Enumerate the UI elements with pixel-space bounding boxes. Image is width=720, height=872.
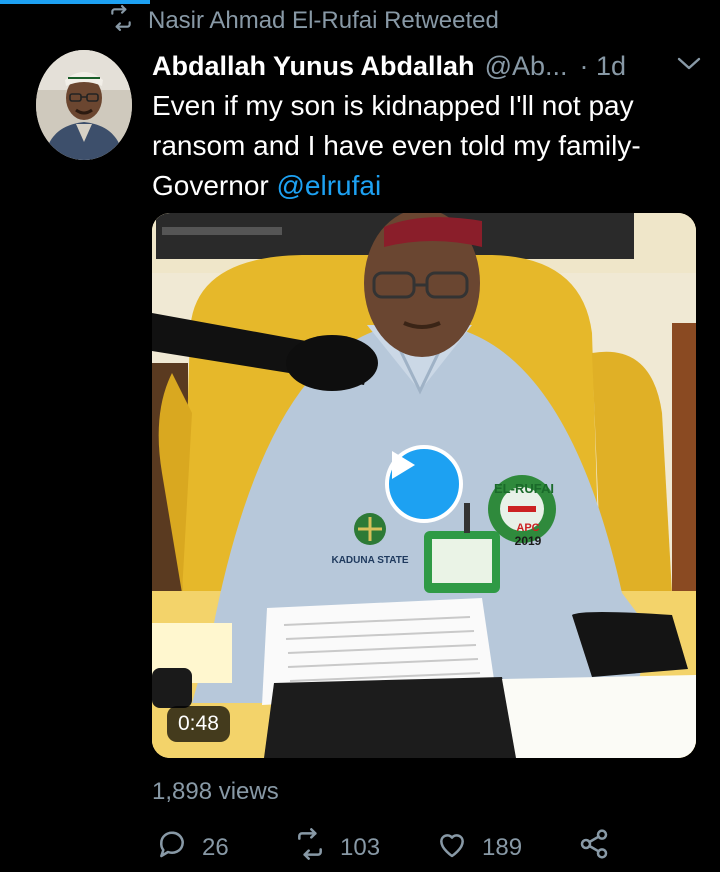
badge-name-text: EL-RUFAI [494,481,554,496]
badge-year-text: 2019 [515,534,542,548]
avatar[interactable] [36,50,132,160]
chevron-down-icon[interactable] [676,54,702,74]
heart-icon [436,828,468,867]
user-handle[interactable]: @Ab... [485,51,568,82]
play-button[interactable] [385,445,463,523]
reply-count: 26 [202,833,229,861]
display-name[interactable]: Abdallah Yunus Abdallah [152,51,475,82]
video-player[interactable]: EL-RUFAI APC 2019 KADUNA STATE 0:48 [152,213,696,758]
share-button[interactable] [578,828,610,867]
retweet-icon [294,828,326,867]
reply-icon [156,828,188,867]
crest-text: KADUNA STATE [331,555,408,566]
like-count: 189 [482,833,523,861]
tweet-text-line: Governor @elrufai [152,166,692,206]
badge-party-text: APC [516,522,539,534]
video-duration: 0:48 [167,706,230,742]
active-tab-indicator [0,0,150,4]
mention-link[interactable]: @elrufai [277,170,382,201]
share-icon [578,828,610,867]
retweet-icon [108,4,134,38]
reply-button[interactable]: 26 [156,828,229,867]
like-button[interactable]: 189 [436,828,522,867]
tweet-timestamp[interactable]: · 1d [580,51,627,82]
tweet-actions: 26 103 189 [152,828,622,872]
tweet-text-line: ransom and I have even told my family- [152,130,641,161]
retweet-context[interactable]: Nasir Ahmad El-Rufai Retweeted [108,4,499,38]
retweet-label: Nasir Ahmad El-Rufai Retweeted [148,7,499,34]
tweet-text-line: Even if my son is kidnapped I'll not pay [152,90,634,121]
view-count: 1,898 views [152,778,279,805]
tweet-text-fragment: Governor [152,170,277,201]
retweet-count: 103 [340,833,381,861]
tweet-text: Even if my son is kidnapped I'll not pay… [152,86,692,206]
retweet-button[interactable]: 103 [294,828,380,867]
tweet-header: Abdallah Yunus Abdallah @Ab... · 1d [152,48,702,84]
